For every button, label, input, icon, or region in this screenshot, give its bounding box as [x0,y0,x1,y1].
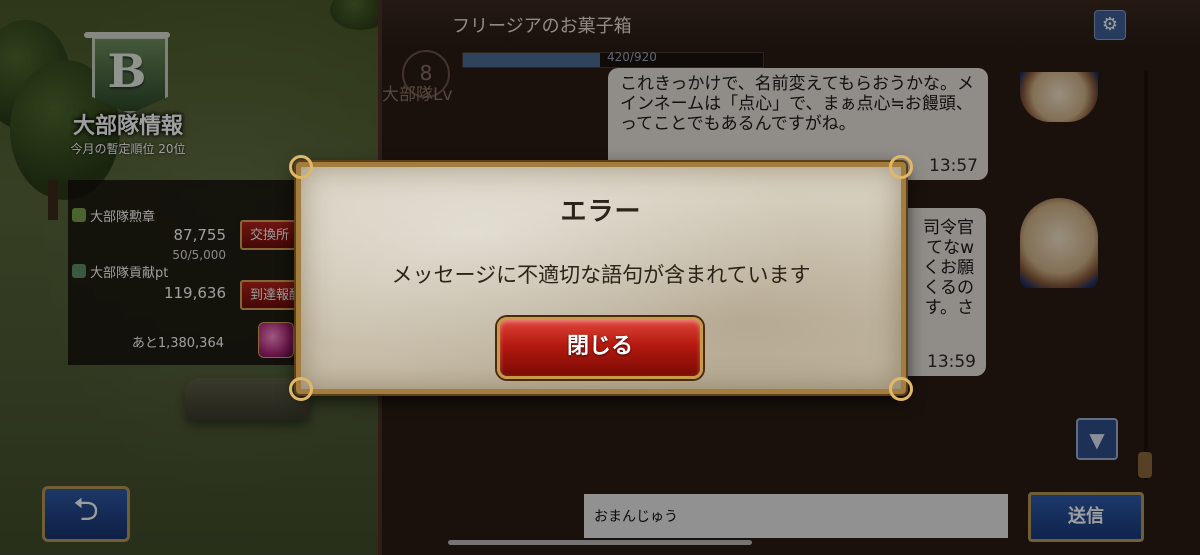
dialog-corner-ornament [889,155,913,179]
dialog-corner-ornament [289,155,313,179]
dialog-message: メッセージに不適切な語句が含まれています [391,263,811,287]
close-button[interactable]: 閉じる [497,317,703,379]
dialog-corner-ornament [889,377,913,401]
dialog-title: エラー [560,197,642,227]
error-dialog: エラー メッセージに不適切な語句が含まれています 閉じる [289,155,913,401]
dialog-corner-ornament [289,377,313,401]
